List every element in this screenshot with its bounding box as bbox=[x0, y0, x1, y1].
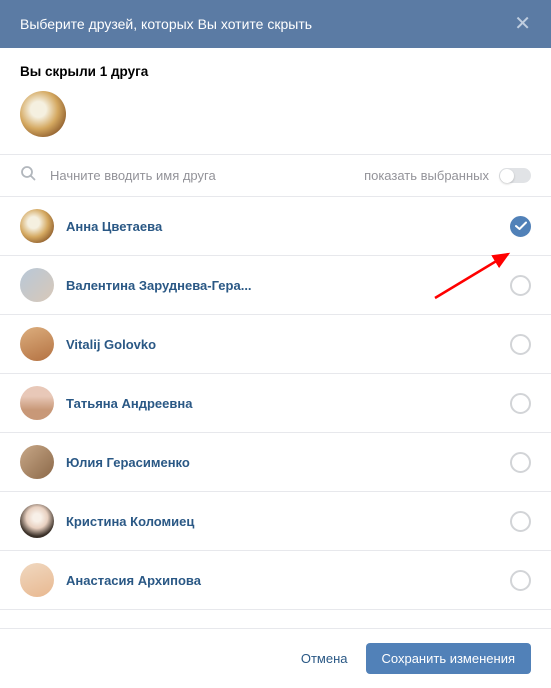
modal-title: Выберите друзей, которых Вы хотите скрыт… bbox=[20, 16, 312, 32]
hidden-friend-avatar[interactable] bbox=[20, 91, 66, 137]
modal-header: Выберите друзей, которых Вы хотите скрыт… bbox=[0, 0, 551, 48]
checkbox[interactable] bbox=[510, 452, 531, 473]
avatar bbox=[20, 268, 54, 302]
cancel-button[interactable]: Отмена bbox=[301, 651, 348, 666]
search-input[interactable] bbox=[50, 168, 364, 183]
friend-name: Татьяна Андреевна bbox=[66, 396, 510, 411]
friend-name: Кристина Коломиец bbox=[66, 514, 510, 529]
modal-footer: Отмена Сохранить изменения bbox=[0, 628, 551, 688]
friend-name: Юлия Герасименко bbox=[66, 455, 510, 470]
friend-row[interactable]: Анастасия Архипова bbox=[0, 551, 551, 610]
friend-row[interactable]: Валентина Заруднева-Гера... bbox=[0, 256, 551, 315]
friend-row[interactable]: Кристина Коломиец bbox=[0, 492, 551, 551]
checkbox[interactable] bbox=[510, 393, 531, 414]
show-selected-toggle[interactable] bbox=[499, 168, 531, 183]
avatar bbox=[20, 445, 54, 479]
hidden-count-label: Вы скрыли 1 друга bbox=[20, 64, 531, 79]
save-button[interactable]: Сохранить изменения bbox=[366, 643, 532, 674]
close-icon[interactable]: ✕ bbox=[514, 14, 531, 34]
checkbox[interactable] bbox=[510, 511, 531, 532]
friend-name: Анастасия Архипова bbox=[66, 573, 510, 588]
checkbox[interactable] bbox=[510, 570, 531, 591]
search-icon bbox=[20, 165, 36, 186]
friend-name: Валентина Заруднева-Гера... bbox=[66, 278, 510, 293]
friend-row[interactable]: Анна Цветаева bbox=[0, 197, 551, 256]
avatar bbox=[20, 327, 54, 361]
checkbox[interactable] bbox=[510, 334, 531, 355]
friend-list: Анна Цветаева Валентина Заруднева-Гера..… bbox=[0, 197, 551, 610]
search-row: показать выбранных bbox=[0, 154, 551, 197]
friend-row[interactable]: Vitalij Golovko bbox=[0, 315, 551, 374]
avatar bbox=[20, 504, 54, 538]
hidden-friends-section: Вы скрыли 1 друга bbox=[0, 48, 551, 154]
friend-row[interactable]: Татьяна Андреевна bbox=[0, 374, 551, 433]
friend-name: Анна Цветаева bbox=[66, 219, 510, 234]
avatar bbox=[20, 563, 54, 597]
show-selected-label: показать выбранных bbox=[364, 168, 489, 183]
avatar bbox=[20, 209, 54, 243]
friend-name: Vitalij Golovko bbox=[66, 337, 510, 352]
avatar bbox=[20, 386, 54, 420]
checkbox-checked[interactable] bbox=[510, 216, 531, 237]
checkbox[interactable] bbox=[510, 275, 531, 296]
friend-row[interactable]: Юлия Герасименко bbox=[0, 433, 551, 492]
